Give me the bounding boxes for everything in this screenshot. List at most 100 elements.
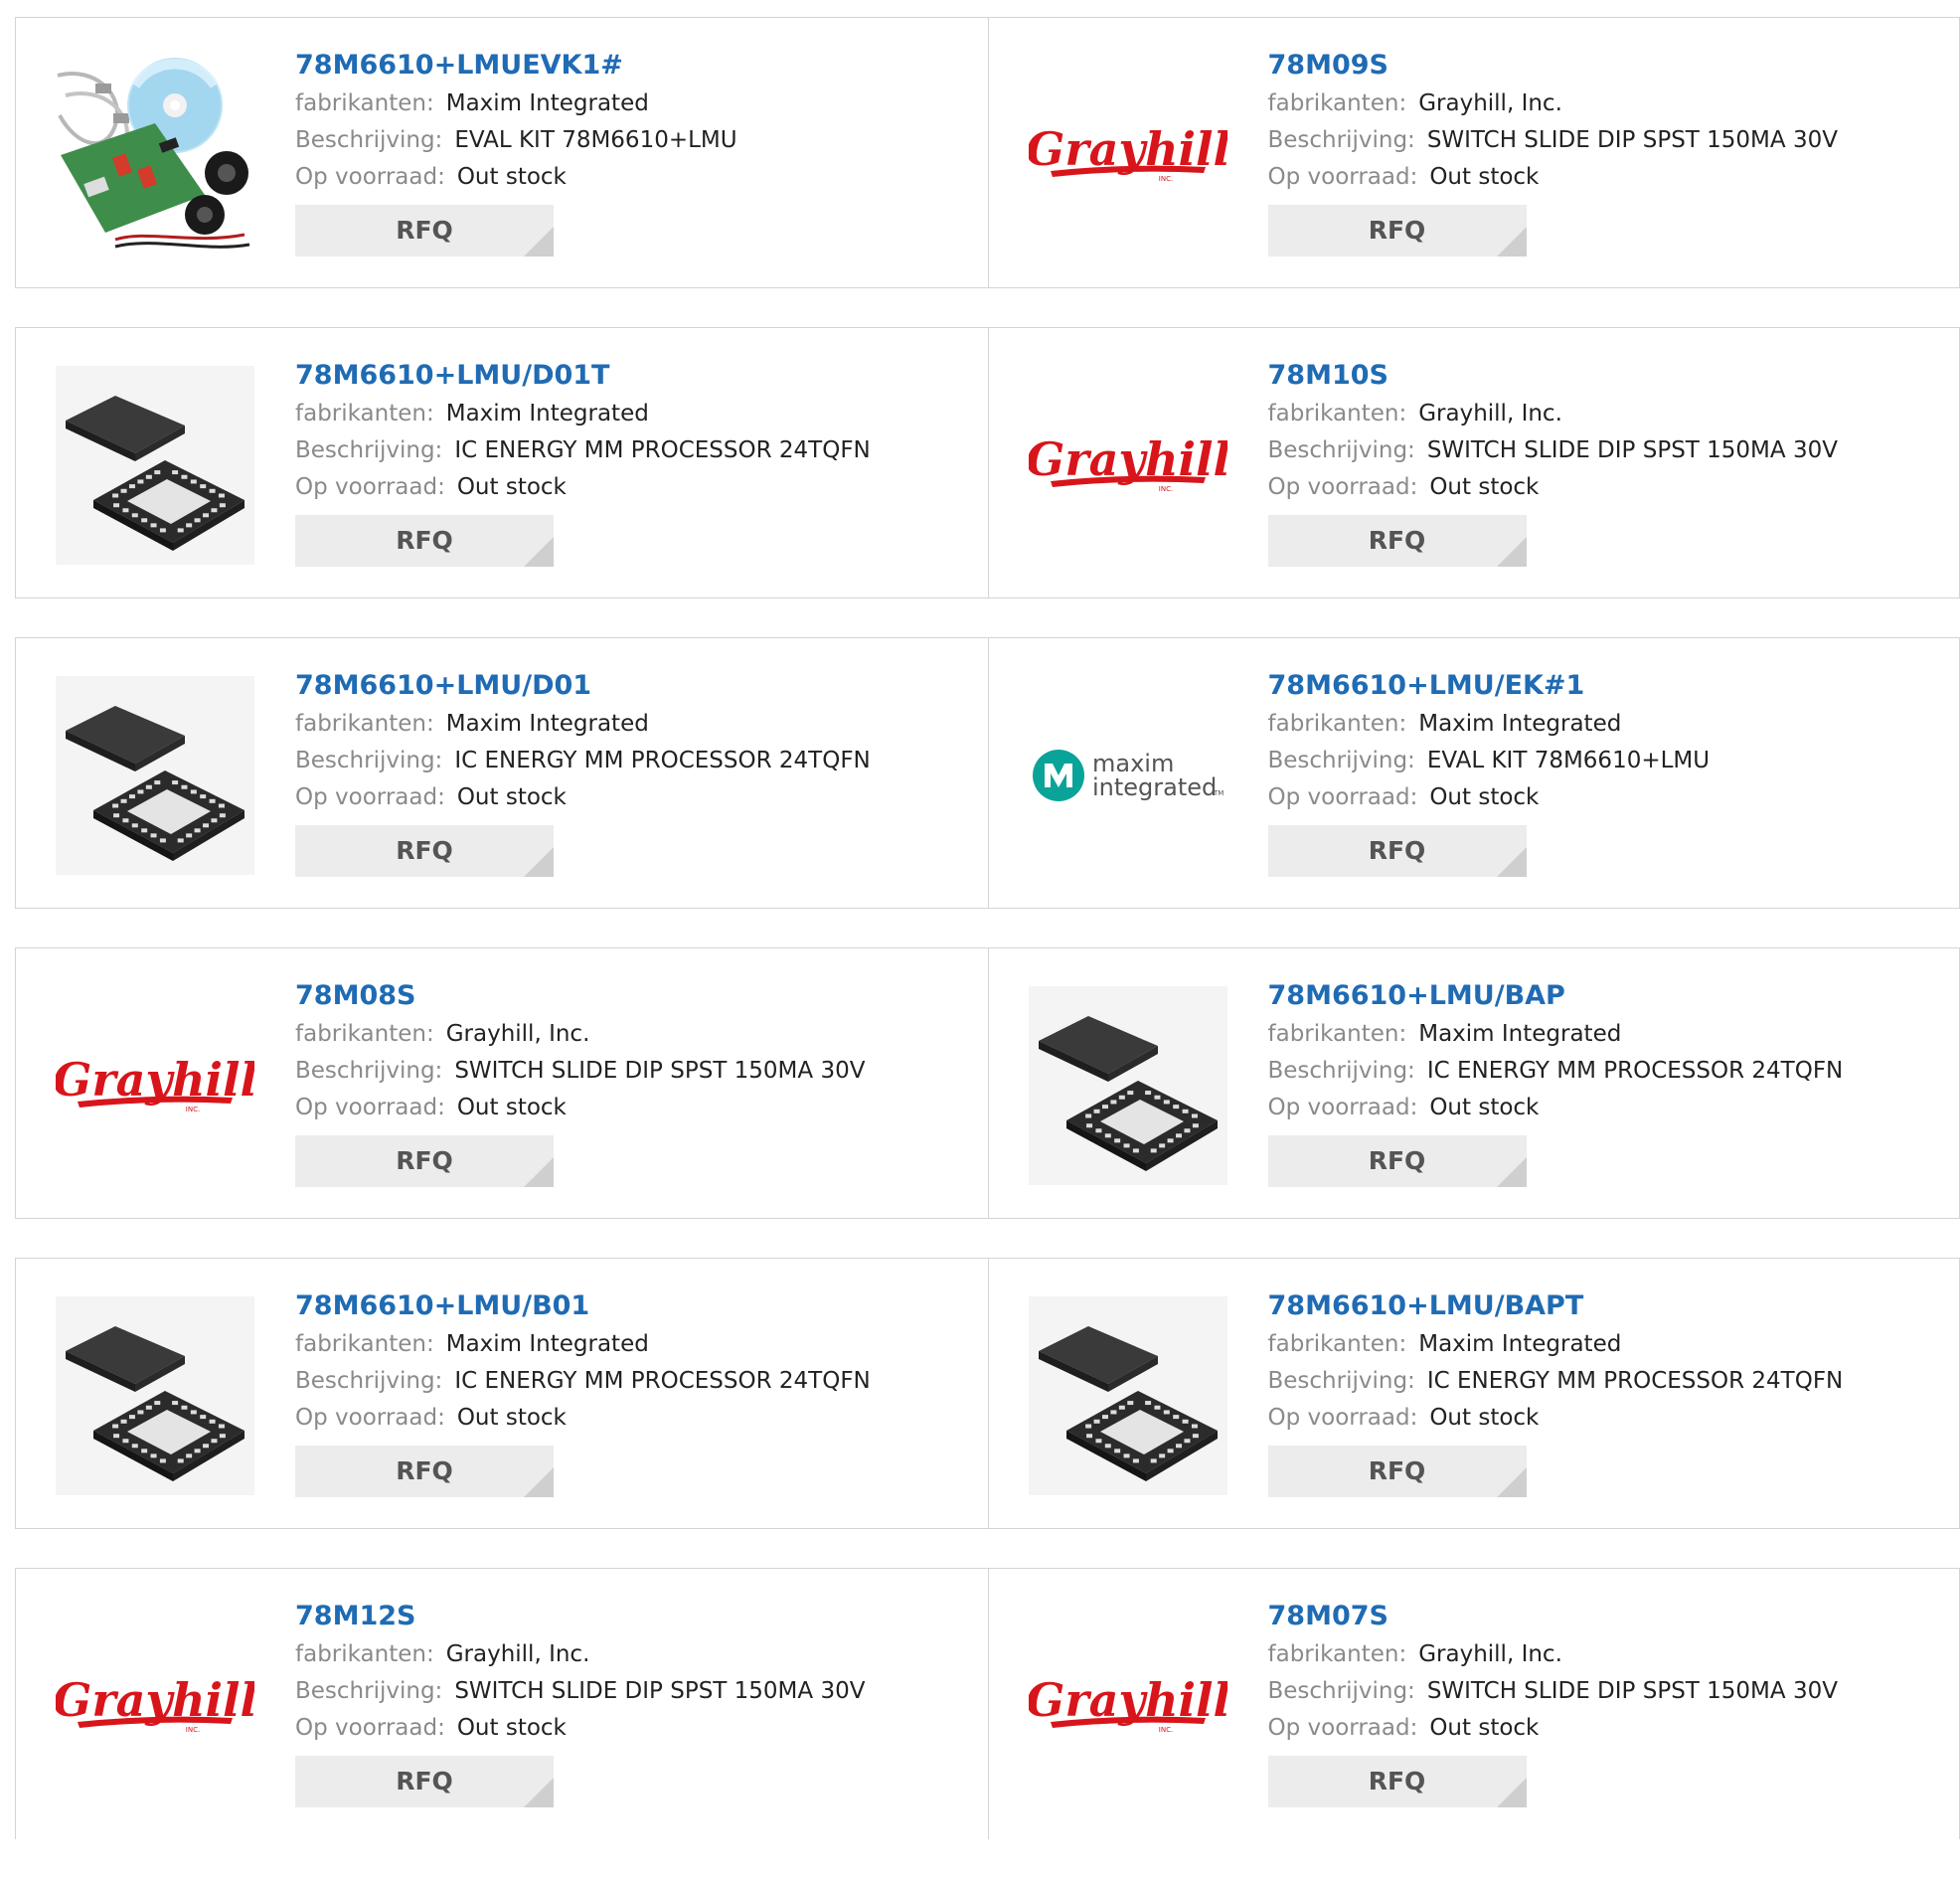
rfq-button-label: RFQ — [1368, 216, 1426, 245]
manufacturer-line: fabrikanten: Maxim Integrated — [1268, 706, 1950, 743]
product-thumbnail[interactable]: Grayhill INC. — [56, 986, 254, 1185]
corner-triangle-icon — [524, 537, 554, 567]
product-card: Grayhill INC. 78M10S fabrikanten: Grayhill, … — [987, 328, 1960, 598]
manufacturer-value: Maxim Integrated — [1418, 1021, 1622, 1047]
product-info: 78M10S fabrikanten: Grayhill, Inc. Beschrij… — [1267, 356, 1950, 567]
description-line: Beschrijving: IC ENERGY MM PROCESSOR 24TQ… — [1268, 1363, 1950, 1400]
part-number-link[interactable]: 78M6610+LMU/B01 — [295, 1286, 978, 1326]
product-thumbnail[interactable] — [56, 1296, 254, 1495]
rfq-button[interactable]: RFQ — [1267, 1756, 1527, 1807]
product-thumbnail[interactable]: maxim integrated TM — [1029, 676, 1227, 875]
stock-line: Op voorraad: Out stock — [295, 1090, 978, 1126]
stock-label: Op voorraad: — [1267, 164, 1418, 190]
description-label: Beschrijving: — [1267, 1368, 1415, 1394]
rfq-button-label: RFQ — [1368, 526, 1426, 555]
grayhill-logo: GrayhillINC. — [56, 1673, 254, 1734]
stock-label: Op voorraad: — [295, 474, 445, 500]
manufacturer-line: fabrikanten: Maxim Integrated — [1268, 1326, 1950, 1363]
rfq-button-label: RFQ — [396, 1146, 453, 1175]
product-thumbnail[interactable]: Grayhill INC. — [1029, 56, 1227, 255]
part-number-link[interactable]: 78M07S — [1268, 1597, 1950, 1636]
description-line: Beschrijving: IC ENERGY MM PROCESSOR 24TQ… — [295, 743, 978, 779]
rfq-button[interactable]: RFQ — [295, 825, 554, 877]
rfq-button[interactable]: RFQ — [295, 515, 554, 567]
part-number-link[interactable]: 78M6610+LMUEVK1# — [295, 46, 978, 85]
rfq-button-label: RFQ — [396, 836, 453, 865]
rfq-button[interactable]: RFQ — [1267, 205, 1527, 256]
rfq-button[interactable]: RFQ — [295, 1756, 554, 1807]
product-thumbnail[interactable] — [1028, 986, 1227, 1185]
rfq-button-label: RFQ — [1368, 1146, 1426, 1175]
part-number-link[interactable]: 78M6610+LMU/EK#1 — [1268, 666, 1950, 706]
part-number-link[interactable]: 78M10S — [1268, 356, 1950, 396]
description-value: SWITCH SLIDE DIP SPST 150MA 30V — [1426, 127, 1838, 153]
stock-value: Out stock — [1429, 1405, 1540, 1431]
product-row: 78M6610+LMUEVK1# fabrikanten: Maxim Integr… — [15, 17, 1960, 288]
rfq-button[interactable]: RFQ — [295, 1135, 554, 1187]
product-card: maxim integrated TM 78M6610+LMU/EK#1 fabrika… — [987, 638, 1960, 908]
manufacturer-line: fabrikanten: Maxim Integrated — [1268, 1016, 1950, 1053]
manufacturer-value: Grayhill, Inc. — [1418, 401, 1562, 427]
product-info: 78M6610+LMUEVK1# fabrikanten: Maxim Integr… — [295, 46, 978, 256]
stock-label: Op voorraad: — [1267, 474, 1418, 500]
product-thumbnail[interactable]: Grayhill INC. — [1029, 1607, 1227, 1805]
manufacturer-line: fabrikanten: Grayhill, Inc. — [295, 1016, 978, 1053]
rfq-button-label: RFQ — [396, 1456, 453, 1485]
product-thumbnail[interactable] — [1028, 1296, 1227, 1495]
product-info: 78M6610+LMU/D01 fabrikanten: Maxim Integra… — [295, 666, 978, 877]
manufacturer-label: fabrikanten: — [295, 711, 434, 737]
product-thumbnail[interactable] — [56, 676, 254, 875]
rfq-button[interactable]: RFQ — [1267, 515, 1527, 567]
rfq-button-label: RFQ — [396, 526, 453, 555]
product-grid: 78M6610+LMUEVK1# fabrikanten: Maxim Integr… — [15, 17, 1960, 1878]
stock-line: Op voorraad: Out stock — [295, 159, 978, 196]
rfq-button[interactable]: RFQ — [1267, 825, 1527, 877]
product-card: Grayhill INC. 78M07S fabrikanten: Grayhill, … — [987, 1569, 1960, 1839]
product-thumbnail[interactable] — [56, 56, 254, 255]
product-thumbnail[interactable]: Grayhill INC. — [56, 1607, 254, 1805]
description-label: Beschrijving: — [1267, 748, 1415, 773]
svg-text:TM: TM — [1213, 789, 1224, 797]
stock-line: Op voorraad: Out stock — [1268, 779, 1950, 816]
product-row: 78M6610+LMU/B01 fabrikanten: Maxim Integra… — [15, 1258, 1960, 1529]
part-number-link[interactable]: 78M6610+LMU/D01 — [295, 666, 978, 706]
part-number-link[interactable]: 78M09S — [1268, 46, 1950, 85]
rfq-button[interactable]: RFQ — [1267, 1135, 1527, 1187]
rfq-button[interactable]: RFQ — [295, 205, 554, 256]
manufacturer-label: fabrikanten: — [1267, 1641, 1407, 1667]
rfq-button[interactable]: RFQ — [295, 1446, 554, 1497]
description-value: IC ENERGY MM PROCESSOR 24TQFN — [1426, 1368, 1844, 1394]
part-number-link[interactable]: 78M6610+LMU/D01T — [295, 356, 978, 396]
manufacturer-value: Grayhill, Inc. — [445, 1021, 590, 1047]
part-number-link[interactable]: 78M6610+LMU/BAP — [1268, 976, 1950, 1016]
product-thumbnail[interactable]: Grayhill INC. — [1029, 366, 1227, 565]
product-card: 78M6610+LMU/BAPT fabrikanten: Maxim Integr… — [987, 1259, 1960, 1528]
stock-value: Out stock — [456, 1095, 567, 1120]
product-thumbnail[interactable] — [56, 366, 254, 565]
part-number-link[interactable]: 78M12S — [295, 1597, 978, 1636]
rfq-button[interactable]: RFQ — [1267, 1446, 1527, 1497]
manufacturer-line: fabrikanten: Maxim Integrated — [295, 706, 978, 743]
product-row: Grayhill INC. 78M12S fabrikanten: Grayhill, … — [15, 1568, 1960, 1839]
description-line: Beschrijving: SWITCH SLIDE DIP SPST 150MA… — [295, 1673, 978, 1710]
description-label: Beschrijving: — [1267, 1678, 1415, 1704]
description-line: Beschrijving: IC ENERGY MM PROCESSOR 24TQ… — [1268, 1053, 1950, 1090]
stock-line: Op voorraad: Out stock — [295, 469, 978, 506]
description-label: Beschrijving: — [1267, 1058, 1415, 1084]
part-number-link[interactable]: 78M6610+LMU/BAPT — [1268, 1286, 1950, 1326]
rfq-button-label: RFQ — [1368, 1456, 1426, 1485]
stock-label: Op voorraad: — [295, 1715, 445, 1741]
description-value: EVAL KIT 78M6610+LMU — [1426, 748, 1711, 773]
svg-text:INC.: INC. — [1158, 1726, 1172, 1734]
manufacturer-label: fabrikanten: — [1267, 711, 1407, 737]
stock-label: Op voorraad: — [295, 784, 445, 810]
stock-value: Out stock — [456, 164, 567, 190]
product-info: 78M6610+LMU/B01 fabrikanten: Maxim Integra… — [295, 1286, 978, 1497]
product-info: 78M09S fabrikanten: Grayhill, Inc. Beschrij… — [1267, 46, 1950, 256]
rfq-button-label: RFQ — [396, 216, 453, 245]
part-number-link[interactable]: 78M08S — [295, 976, 978, 1016]
product-card: 78M6610+LMU/B01 fabrikanten: Maxim Integra… — [16, 1259, 988, 1528]
description-label: Beschrijving: — [295, 127, 443, 153]
manufacturer-value: Maxim Integrated — [445, 711, 649, 737]
description-value: IC ENERGY MM PROCESSOR 24TQFN — [454, 748, 871, 773]
